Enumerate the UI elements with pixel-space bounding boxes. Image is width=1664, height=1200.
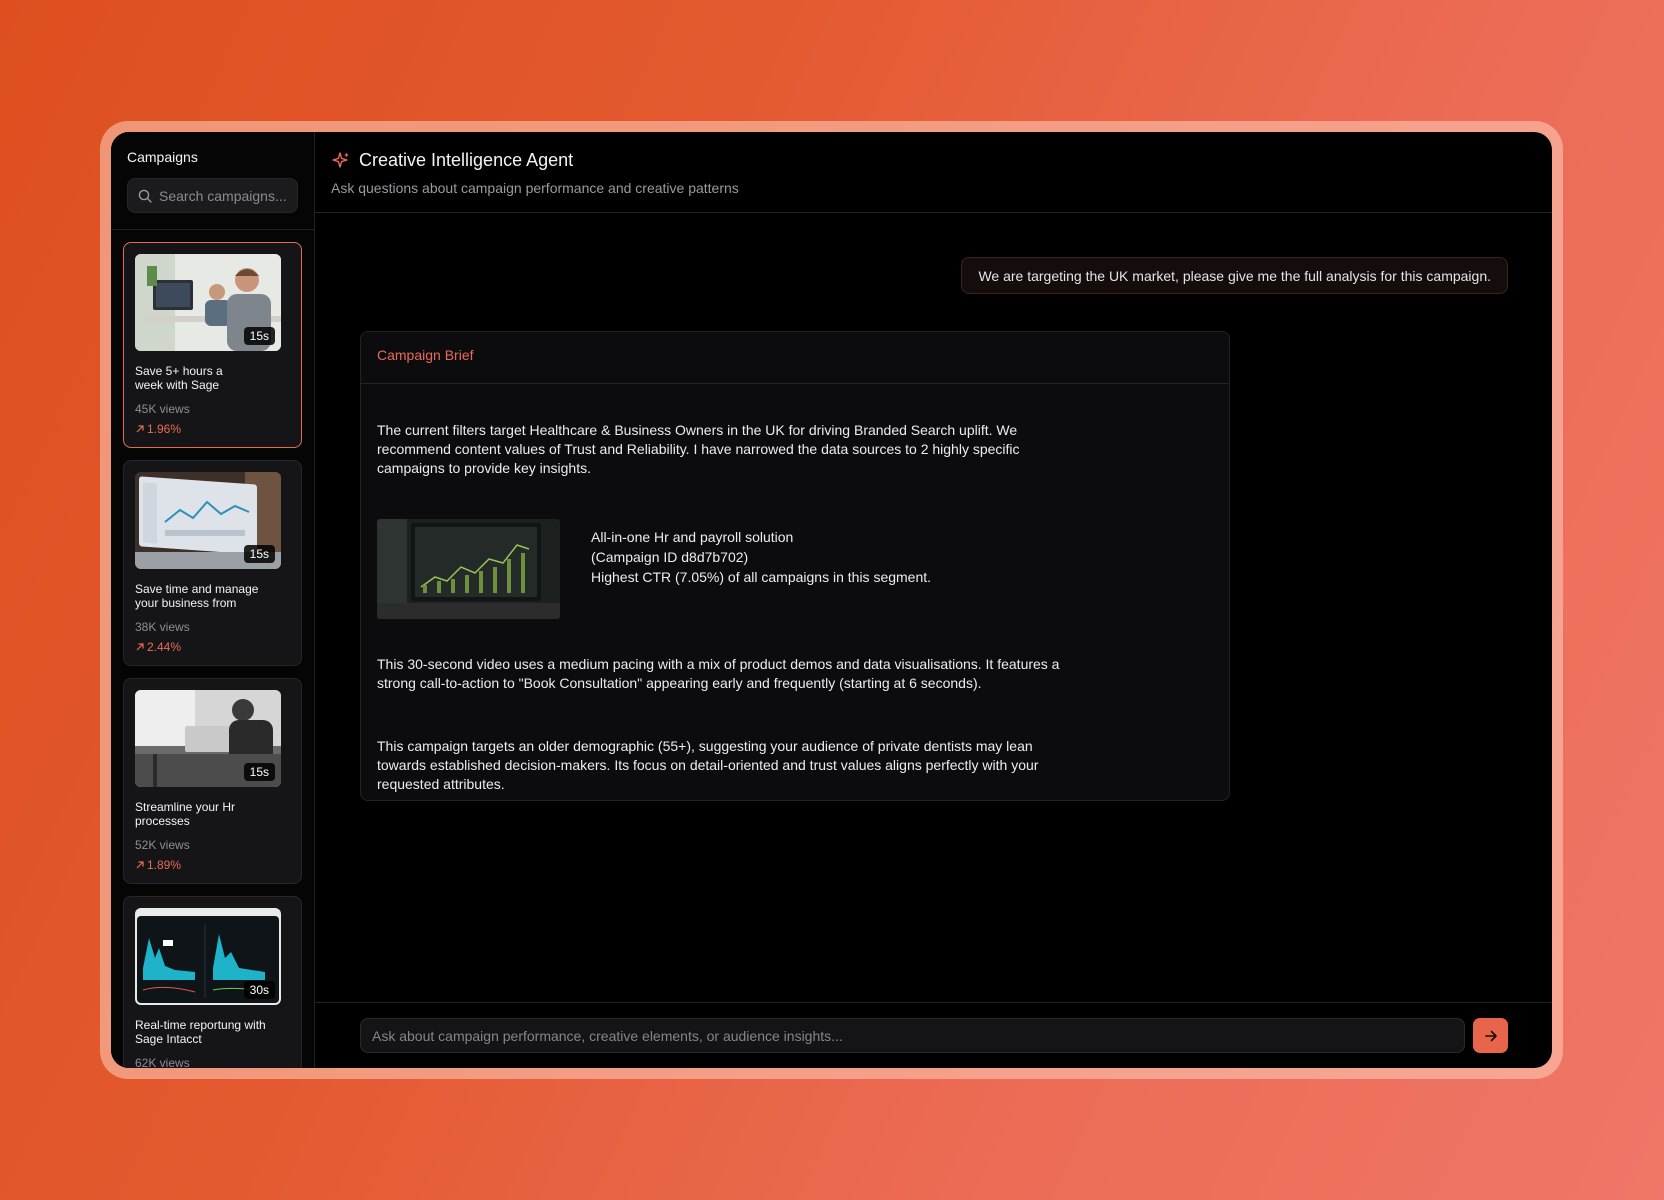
agent-title-row: Creative Intelligence Agent [331,150,1536,171]
featured-campaign-info: All-in-one Hr and payroll solution (Camp… [591,527,931,619]
campaign-title: Streamline your Hr processes [135,800,236,828]
campaign-views: 45K views [135,402,190,416]
sparkle-icon [332,151,349,168]
ctr-value: 1.89% [147,858,182,872]
chat-thread: We are targeting the UK market, please g… [315,213,1552,1002]
ctr-value: 1.96% [147,422,182,436]
campaign-views: 62K views [135,1056,190,1068]
campaign-brief-card: Campaign Brief The current filters targe… [360,331,1230,801]
featured-campaign: All-in-one Hr and payroll solution (Camp… [377,519,1213,619]
message-composer [315,1002,1552,1068]
brief-title: Campaign Brief [361,332,1229,384]
trend-up-icon [136,425,144,433]
page-subtitle: Ask questions about campaign performance… [331,180,739,196]
campaign-title: Save 5+ hours a week with Sage [135,364,223,392]
campaign-views: 38K views [135,620,190,634]
featured-campaign-name: All-in-one Hr and payroll solution [591,529,794,545]
duration-badge: 30s [243,981,275,999]
campaign-thumbnail: 15s [135,472,281,569]
campaign-card[interactable]: 15s Save time and manage your business f… [123,460,302,666]
user-message: We are targeting the UK market, please g… [961,257,1508,294]
featured-campaign-ctr: Highest CTR (7.05%) of all campaigns in … [591,569,932,585]
search-input[interactable] [159,187,289,204]
chat-header: Creative Intelligence Agent Ask question… [315,132,1552,213]
campaign-thumbnail: 30s [135,908,281,1005]
featured-campaign-id: (Campaign ID d8d7b702) [591,549,749,565]
campaign-card[interactable]: 30s Real-time reportung with Sage Intacc… [123,896,302,1068]
page-title: Creative Intelligence Agent [359,150,574,170]
search-box[interactable] [127,178,298,213]
campaign-sidebar: Campaigns Search campaigns... 15s Save 5… [111,132,315,1068]
brief-video-analysis: This 30-second video uses a medium pacin… [377,656,1060,691]
campaign-card[interactable]: 15s Save 5+ hours a week with Sage 45K v… [123,242,302,448]
sidebar-header: Campaigns [111,132,314,230]
brief-body: The current filters target Healthcare & … [361,421,1229,794]
campaign-ctr: 1.89% [135,858,290,872]
arrow-right-icon [1484,1030,1497,1041]
monitor-chart-image [377,519,560,619]
duration-badge: 15s [243,327,275,345]
campaign-list: 15s Save 5+ hours a week with Sage 45K v… [111,230,314,1068]
chat-panel: Creative Intelligence Agent Ask question… [315,132,1552,1068]
send-button[interactable] [1473,1018,1508,1053]
campaign-thumbnail: 15s [135,254,281,351]
sidebar-title: Campaigns [127,149,198,165]
campaign-ctr: 2.44% [135,640,290,654]
campaign-ctr: 1.96% [135,422,290,436]
duration-badge: 15s [243,545,275,563]
app-window: Campaigns Search campaigns... 15s Save 5… [111,132,1552,1068]
campaign-title: Save time and manage your business from [135,582,259,610]
campaign-title: Real-time reportung with Sage Intacct [135,1018,266,1046]
featured-campaign-thumbnail[interactable] [377,519,560,619]
campaign-views: 52K views [135,838,190,852]
app-frame: Campaigns Search campaigns... 15s Save 5… [100,121,1563,1079]
brief-intro: The current filters target Healthcare & … [377,422,1020,476]
trend-up-icon [136,861,144,869]
campaign-thumbnail: 15s [135,690,281,787]
brief-audience-analysis: This campaign targets an older demograph… [377,738,1039,792]
trend-up-icon [136,643,144,651]
search-icon [138,189,152,203]
campaign-card[interactable]: 15s Streamline your Hr processes 52K vie… [123,678,302,884]
message-input[interactable] [360,1018,1465,1053]
duration-badge: 15s [243,763,275,781]
ctr-value: 2.44% [147,640,182,654]
